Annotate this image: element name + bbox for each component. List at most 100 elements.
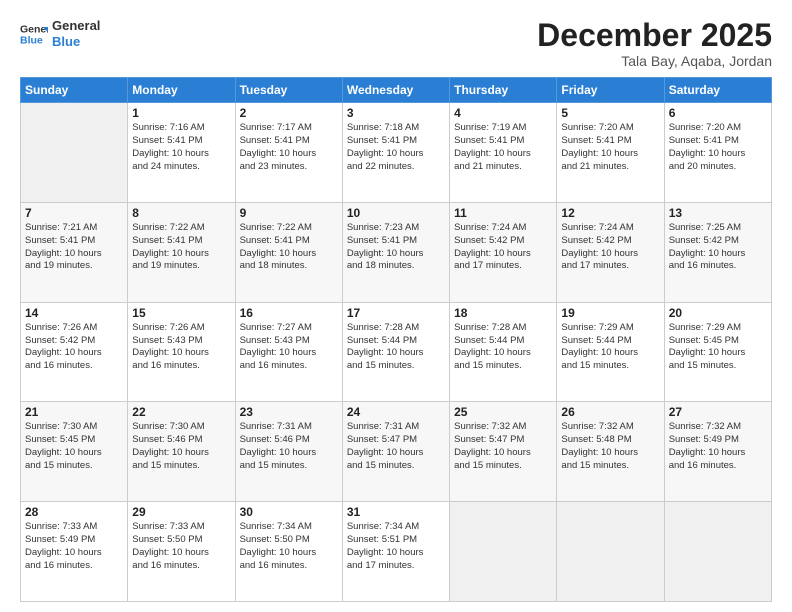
calendar-cell: 2 Sunrise: 7:17 AM Sunset: 5:41 PM Daylig… [235,103,342,203]
calendar-cell: 27Sunrise: 7:32 AM Sunset: 5:49 PM Dayli… [664,402,771,502]
day-number: 1 [132,106,230,120]
calendar-cell: 11 Sunrise: 7:24 AM Sunset: 5:42 PM Dayli… [450,202,557,302]
day-header-wednesday: Wednesday [342,78,449,103]
day-number: 29 [132,505,230,519]
day-header-friday: Friday [557,78,664,103]
calendar-cell: 14 Sunrise: 7:26 AM Sunset: 5:42 PM Dayli… [21,302,128,402]
svg-text:Blue: Blue [20,34,43,46]
calendar-cell: 7 Sunrise: 7:21 AM Sunset: 5:41 PM Daylig… [21,202,128,302]
day-number: 2 [240,106,338,120]
day-info: Sunrise: 7:34 AM Sunset: 5:50 PM Dayligh… [240,521,338,572]
day-info: Sunrise: 7:30 AM Sunset: 5:46 PM Dayligh… [132,421,230,472]
day-number: 10 [347,206,445,220]
day-info: Sunrise: 7:20 AM Sunset: 5:41 PM Dayligh… [561,122,659,173]
calendar-cell [557,502,664,602]
calendar-cell: 17 Sunrise: 7:28 AM Sunset: 5:44 PM Dayli… [342,302,449,402]
day-info: Sunrise: 7:27 AM Sunset: 5:43 PM Dayligh… [240,322,338,373]
calendar-cell: 26 Sunrise: 7:32 AM Sunset: 5:48 PM Dayli… [557,402,664,502]
day-info: Sunrise: 7:19 AM Sunset: 5:41 PM Dayligh… [454,122,552,173]
day-info: Sunrise: 7:26 AM Sunset: 5:42 PM Dayligh… [25,322,123,373]
day-number: 24 [347,405,445,419]
calendar-cell: 29 Sunrise: 7:33 AM Sunset: 5:50 PM Dayli… [128,502,235,602]
day-number: 30 [240,505,338,519]
logo-blue: Blue [52,34,100,50]
calendar-cell: 4 Sunrise: 7:19 AM Sunset: 5:41 PM Daylig… [450,103,557,203]
calendar-cell [664,502,771,602]
day-info: Sunrise: 7:33 AM Sunset: 5:50 PM Dayligh… [132,521,230,572]
day-number: 7 [25,206,123,220]
day-info: Sunrise: 7:21 AM Sunset: 5:41 PM Dayligh… [25,222,123,273]
title-block: December 2025 Tala Bay, Aqaba, Jordan [537,18,772,69]
day-number: 21 [25,405,123,419]
day-info: Sunrise: 7:18 AM Sunset: 5:41 PM Dayligh… [347,122,445,173]
day-number: 4 [454,106,552,120]
calendar-cell: 16 Sunrise: 7:27 AM Sunset: 5:43 PM Dayli… [235,302,342,402]
month-title: December 2025 [537,18,772,53]
calendar-cell: 13Sunrise: 7:25 AM Sunset: 5:42 PM Dayli… [664,202,771,302]
day-number: 25 [454,405,552,419]
day-number: 16 [240,306,338,320]
calendar-cell: 3 Sunrise: 7:18 AM Sunset: 5:41 PM Daylig… [342,103,449,203]
calendar-cell: 9 Sunrise: 7:22 AM Sunset: 5:41 PM Daylig… [235,202,342,302]
calendar-cell: 15Sunrise: 7:26 AM Sunset: 5:43 PM Dayli… [128,302,235,402]
day-number: 18 [454,306,552,320]
calendar-cell: 30 Sunrise: 7:34 AM Sunset: 5:50 PM Dayli… [235,502,342,602]
calendar-cell: 12Sunrise: 7:24 AM Sunset: 5:42 PM Dayli… [557,202,664,302]
day-number: 3 [347,106,445,120]
day-number: 19 [561,306,659,320]
day-number: 26 [561,405,659,419]
day-info: Sunrise: 7:23 AM Sunset: 5:41 PM Dayligh… [347,222,445,273]
day-header-saturday: Saturday [664,78,771,103]
day-info: Sunrise: 7:31 AM Sunset: 5:47 PM Dayligh… [347,421,445,472]
day-info: Sunrise: 7:33 AM Sunset: 5:49 PM Dayligh… [25,521,123,572]
header: General Blue General Blue December 2025 … [20,18,772,69]
calendar-cell: 25Sunrise: 7:32 AM Sunset: 5:47 PM Dayli… [450,402,557,502]
calendar-cell: 8Sunrise: 7:22 AM Sunset: 5:41 PM Daylig… [128,202,235,302]
logo: General Blue General Blue [20,18,100,49]
day-number: 22 [132,405,230,419]
day-number: 31 [347,505,445,519]
day-info: Sunrise: 7:17 AM Sunset: 5:41 PM Dayligh… [240,122,338,173]
day-info: Sunrise: 7:29 AM Sunset: 5:44 PM Dayligh… [561,322,659,373]
day-info: Sunrise: 7:24 AM Sunset: 5:42 PM Dayligh… [454,222,552,273]
calendar-header-row: SundayMondayTuesdayWednesdayThursdayFrid… [21,78,772,103]
day-number: 28 [25,505,123,519]
day-number: 14 [25,306,123,320]
day-info: Sunrise: 7:22 AM Sunset: 5:41 PM Dayligh… [132,222,230,273]
day-number: 12 [561,206,659,220]
calendar-cell: 22 Sunrise: 7:30 AM Sunset: 5:46 PM Dayli… [128,402,235,502]
day-info: Sunrise: 7:34 AM Sunset: 5:51 PM Dayligh… [347,521,445,572]
calendar-cell: 1Sunrise: 7:16 AM Sunset: 5:41 PM Daylig… [128,103,235,203]
page: General Blue General Blue December 2025 … [0,0,792,612]
logo-general: General [52,18,100,34]
day-number: 13 [669,206,767,220]
calendar-cell: 31 Sunrise: 7:34 AM Sunset: 5:51 PM Dayli… [342,502,449,602]
day-info: Sunrise: 7:28 AM Sunset: 5:44 PM Dayligh… [347,322,445,373]
calendar-cell: 23Sunrise: 7:31 AM Sunset: 5:46 PM Dayli… [235,402,342,502]
calendar-cell: 28 Sunrise: 7:33 AM Sunset: 5:49 PM Dayli… [21,502,128,602]
day-info: Sunrise: 7:29 AM Sunset: 5:45 PM Dayligh… [669,322,767,373]
day-header-tuesday: Tuesday [235,78,342,103]
calendar-cell [450,502,557,602]
day-info: Sunrise: 7:30 AM Sunset: 5:45 PM Dayligh… [25,421,123,472]
day-info: Sunrise: 7:32 AM Sunset: 5:48 PM Dayligh… [561,421,659,472]
svg-text:General: General [20,23,48,35]
day-number: 5 [561,106,659,120]
day-header-sunday: Sunday [21,78,128,103]
calendar-cell: 18Sunrise: 7:28 AM Sunset: 5:44 PM Dayli… [450,302,557,402]
logo-icon: General Blue [20,20,48,48]
day-number: 17 [347,306,445,320]
location: Tala Bay, Aqaba, Jordan [537,53,772,69]
week-row-4: 21 Sunrise: 7:30 AM Sunset: 5:45 PM Dayli… [21,402,772,502]
day-number: 23 [240,405,338,419]
day-info: Sunrise: 7:20 AM Sunset: 5:41 PM Dayligh… [669,122,767,173]
week-row-1: 1Sunrise: 7:16 AM Sunset: 5:41 PM Daylig… [21,103,772,203]
calendar-cell: 21 Sunrise: 7:30 AM Sunset: 5:45 PM Dayli… [21,402,128,502]
day-number: 6 [669,106,767,120]
day-info: Sunrise: 7:22 AM Sunset: 5:41 PM Dayligh… [240,222,338,273]
week-row-5: 28 Sunrise: 7:33 AM Sunset: 5:49 PM Dayli… [21,502,772,602]
day-number: 9 [240,206,338,220]
week-row-3: 14 Sunrise: 7:26 AM Sunset: 5:42 PM Dayli… [21,302,772,402]
day-number: 20 [669,306,767,320]
day-number: 11 [454,206,552,220]
